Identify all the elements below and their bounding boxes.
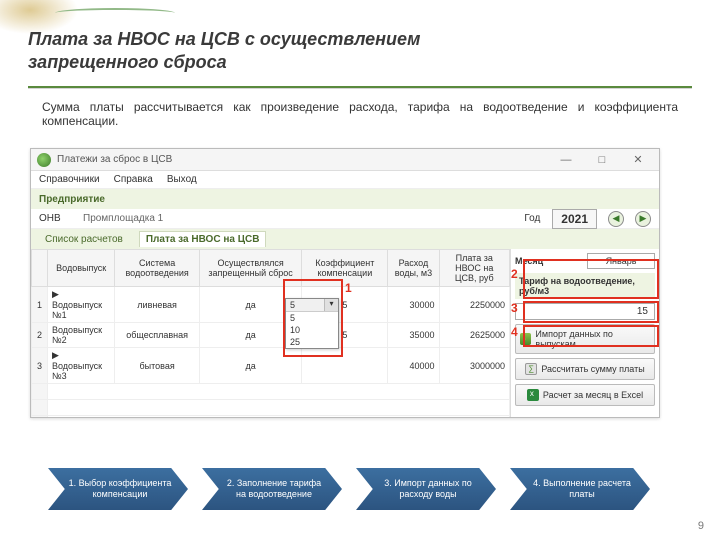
- app-window: Платежи за сброс в ЦСВ — □ ✕ Справочники…: [30, 148, 660, 418]
- slide-title-line2: запрещенного сброса: [28, 52, 227, 72]
- year-next-button[interactable]: ▶: [635, 211, 651, 227]
- menubar: Справочники Справка Выход: [31, 171, 659, 189]
- row-arrow-icon: ▶: [52, 350, 59, 360]
- tarif-label: Тариф на водоотведение, руб/м3: [515, 273, 655, 299]
- annotation-1: 1: [345, 281, 352, 295]
- menu-exit[interactable]: Выход: [167, 174, 197, 185]
- content-area: Водовыпуск Система водоотведения Осущест…: [31, 249, 659, 417]
- col-forbidden: Осуществлялся запрещенный сброс: [199, 250, 302, 287]
- step-2: 2. Заполнение тарифа на водоотведение: [202, 468, 342, 510]
- step-1: 1. Выбор коэффициента компенсации: [48, 468, 188, 510]
- main-grid: Водовыпуск Система водоотведения Осущест…: [31, 249, 511, 417]
- annotation-3: 3: [511, 301, 518, 315]
- slide-title: Плата за НВОС на ЦСВ с осуществлением за…: [28, 28, 420, 73]
- slide-title-line1: Плата за НВОС на ЦСВ с осуществлением: [28, 29, 420, 49]
- tab-list[interactable]: Список расчетов: [39, 232, 129, 247]
- coef-dropdown[interactable]: 5 ▾ 5 10 25: [285, 298, 339, 349]
- step-3: 3. Импорт данных по расходу воды: [356, 468, 496, 510]
- table-row[interactable]: 3 ▶ Водовыпуск №3 бытовая да 40000 30000…: [32, 348, 510, 384]
- table-row[interactable]: 1 ▶ Водовыпуск №1 ливневая да 5 30000 22…: [32, 287, 510, 323]
- import-button[interactable]: Импорт данных по выпускам: [515, 324, 655, 354]
- enterprise-label: Предприятие: [39, 194, 105, 205]
- tarif-input[interactable]: 15: [515, 303, 655, 320]
- dropdown-option[interactable]: 5: [286, 312, 338, 324]
- side-panel: Месяц Январь Тариф на водоотведение, руб…: [511, 249, 659, 417]
- onb-row: ОНВ Промплощадка 1 Год 2021 ◀ ▶: [31, 209, 659, 229]
- minimize-button[interactable]: —: [551, 154, 581, 166]
- slide-subtitle: Сумма платы рассчитывается как произведе…: [42, 100, 678, 128]
- onb-label: ОНВ: [39, 213, 75, 224]
- page-number: 9: [698, 520, 704, 532]
- col-payment: Плата за НВОС на ЦСВ, руб: [439, 250, 510, 287]
- calculate-button[interactable]: Рассчитать сумму платы: [515, 358, 655, 380]
- col-volume: Расход воды, м3: [388, 250, 439, 287]
- annotation-2: 2: [511, 267, 518, 281]
- window-title: Платежи за сброс в ЦСВ: [57, 154, 172, 165]
- titlebar: Платежи за сброс в ЦСВ — □ ✕: [31, 149, 659, 171]
- dropdown-selected: 5: [286, 299, 324, 311]
- title-underline: [28, 86, 692, 88]
- col-system: Система водоотведения: [115, 250, 199, 287]
- import-icon: [520, 333, 531, 345]
- excel-icon: [527, 389, 539, 401]
- menu-spravka[interactable]: Справка: [114, 174, 153, 185]
- row-arrow-icon: ▶: [52, 289, 59, 299]
- data-table[interactable]: Водовыпуск Система водоотведения Осущест…: [31, 249, 510, 417]
- enterprise-row: Предприятие: [31, 189, 659, 209]
- calculator-icon: [525, 363, 537, 375]
- year-value[interactable]: 2021: [552, 209, 597, 229]
- dropdown-option[interactable]: 25: [286, 336, 338, 348]
- chevron-down-icon[interactable]: ▾: [324, 299, 338, 311]
- tab-active[interactable]: Плата за НВОС на ЦСВ: [139, 231, 267, 247]
- year-label: Год: [524, 213, 540, 224]
- step-4: 4. Выполнение расчета платы: [510, 468, 650, 510]
- annotation-4: 4: [511, 325, 518, 339]
- month-select[interactable]: Январь: [587, 253, 655, 269]
- dropdown-option[interactable]: 10: [286, 324, 338, 336]
- app-icon: [37, 153, 51, 167]
- menu-spravochniki[interactable]: Справочники: [39, 174, 100, 185]
- close-button[interactable]: ✕: [623, 153, 653, 166]
- table-row[interactable]: 2 Водовыпуск №2 общесплавная да 5 35000 …: [32, 323, 510, 348]
- maximize-button[interactable]: □: [587, 154, 617, 166]
- list-row: Список расчетов Плата за НВОС на ЦСВ: [31, 229, 659, 249]
- col-outlet: Водовыпуск: [48, 250, 115, 287]
- excel-button[interactable]: Расчет за месяц в Excel: [515, 384, 655, 406]
- onb-value: Промплощадка 1: [83, 213, 163, 224]
- year-prev-button[interactable]: ◀: [608, 211, 624, 227]
- month-label: Месяц: [515, 256, 583, 266]
- steps-row: 1. Выбор коэффициента компенсации 2. Зап…: [48, 468, 650, 510]
